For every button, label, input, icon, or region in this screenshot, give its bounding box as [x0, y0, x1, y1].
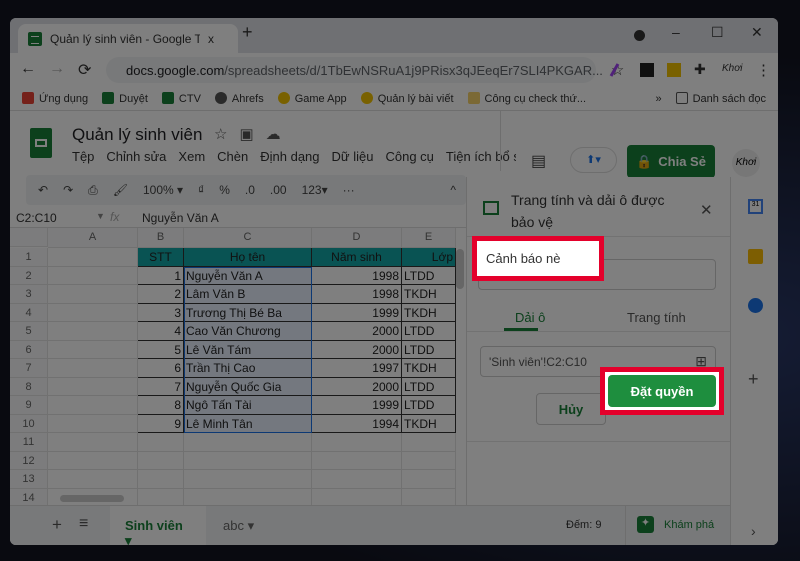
description-input[interactable]: Cảnh báo nè	[477, 241, 599, 276]
set-permissions-button[interactable]: Đặt quyền	[608, 375, 716, 407]
description-highlight: Cảnh báo nè	[472, 236, 604, 281]
submit-highlight: Đặt quyền	[600, 367, 724, 415]
dim-overlay	[0, 0, 800, 561]
